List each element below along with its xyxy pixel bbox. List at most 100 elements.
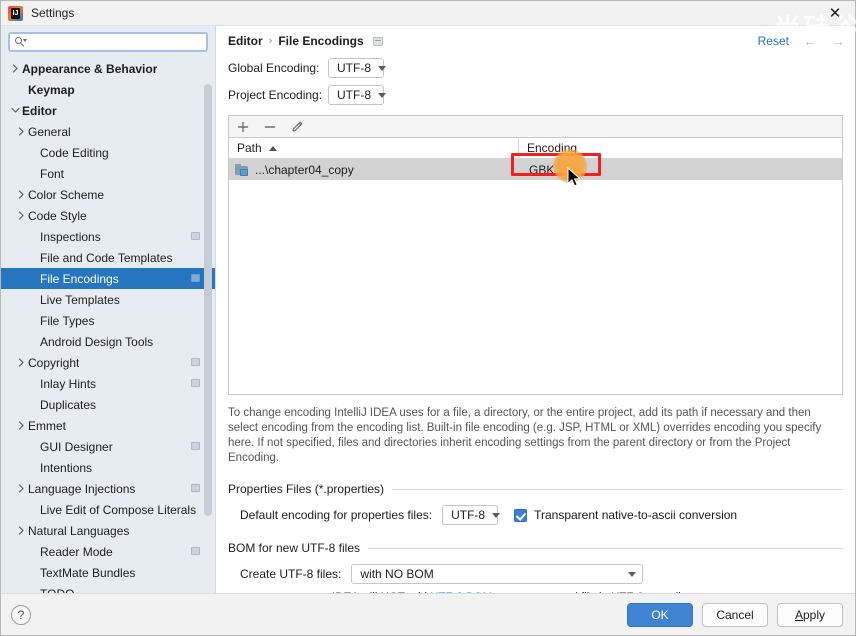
back-arrow-icon[interactable]: ← — [803, 34, 817, 48]
remove-icon[interactable] — [263, 120, 277, 134]
forward-arrow-icon[interactable]: → — [831, 34, 845, 48]
global-encoding-dropdown[interactable]: UTF-8 — [328, 58, 386, 78]
properties-encoding-dropdown[interactable]: UTF-8 — [442, 505, 501, 525]
table-header-row: Path Encoding — [229, 138, 842, 159]
table-row[interactable]: ...\chapter04_copy GBK — [229, 159, 842, 180]
sidebar-item-file-types[interactable]: File Types — [1, 310, 215, 331]
chevron-right-icon[interactable] — [15, 358, 28, 367]
edit-pencil-icon[interactable] — [290, 120, 304, 134]
sidebar-item-natural-languages[interactable]: Natural Languages — [1, 520, 215, 541]
sidebar-item-appearance-behavior[interactable]: Appearance & Behavior — [1, 58, 215, 79]
global-encoding-row: Global Encoding: UTF-8 — [228, 56, 843, 80]
properties-encoding-row: Default encoding for properties files: U… — [228, 505, 843, 525]
help-button[interactable]: ? — [11, 604, 31, 625]
transparent-conversion-checkbox[interactable] — [514, 508, 528, 522]
add-icon[interactable] — [236, 120, 250, 134]
transparent-conversion-checkbox-row[interactable]: Transparent native-to-ascii conversion — [514, 508, 737, 522]
apply-button[interactable]: Apply — [777, 602, 843, 627]
sidebar-item-live-templates[interactable]: Live Templates — [1, 289, 215, 310]
ok-button[interactable]: OK — [627, 602, 693, 627]
settings-scope-badge-icon — [191, 379, 200, 387]
sidebar-item-label: File and Code Templates — [40, 250, 173, 265]
section-divider — [368, 547, 843, 549]
chevron-right-icon[interactable] — [15, 211, 28, 220]
sidebar-item-code-editing[interactable]: Code Editing — [1, 142, 215, 163]
sort-ascending-icon — [268, 145, 277, 151]
settings-tree[interactable]: Appearance & Behavior Keymap Editor General… — [1, 57, 215, 593]
sidebar-item-label: Live Templates — [40, 292, 120, 307]
sidebar-item-label: File Encodings — [40, 271, 119, 286]
reset-link[interactable]: Reset — [758, 34, 789, 48]
sidebar-item-android-design-tools[interactable]: Android Design Tools — [1, 331, 215, 352]
sidebar-item-label: General — [28, 124, 71, 139]
sidebar-item-language-injections[interactable]: Language Injections — [1, 478, 215, 499]
utf8-bom-link[interactable]: UTF-8 BOM — [430, 592, 492, 593]
breadcrumb-scope-badge-icon — [372, 36, 383, 46]
table-cell-path-label: ...\chapter04_copy — [255, 162, 354, 177]
sidebar-item-todo[interactable]: TODO — [1, 583, 215, 594]
sidebar-item-intentions[interactable]: Intentions — [1, 457, 215, 478]
search-input[interactable] — [29, 34, 201, 50]
sidebar-item-code-style[interactable]: Code Style — [1, 205, 215, 226]
table-cell-path[interactable]: ...\chapter04_copy — [229, 163, 519, 177]
sidebar-item-label: TextMate Bundles — [40, 565, 136, 580]
chevron-right-icon[interactable] — [9, 64, 22, 73]
chevron-right-icon[interactable] — [15, 127, 28, 136]
encodings-table: Path Encoding ...\chapter04_copy GBK — [228, 137, 843, 395]
chevron-down-icon[interactable] — [9, 107, 22, 114]
bom-note-suffix: to every created file in UTF-8 encoding — [492, 592, 693, 593]
sidebar-item-reader-mode[interactable]: Reader Mode — [1, 541, 215, 562]
sidebar-item-label: Intentions — [40, 460, 93, 475]
sidebar-item-copyright[interactable]: Copyright — [1, 352, 215, 373]
sidebar-item-label: Reader Mode — [40, 544, 113, 559]
sidebar-item-color-scheme[interactable]: Color Scheme — [1, 184, 215, 205]
breadcrumb-separator: › — [268, 35, 273, 47]
bom-create-dropdown[interactable]: with NO BOM — [351, 564, 644, 584]
cancel-button[interactable]: Cancel — [702, 602, 768, 627]
sidebar-item-gui-designer[interactable]: GUI Designer — [1, 436, 215, 457]
apply-button-label: pply — [803, 607, 826, 622]
section-divider — [392, 488, 843, 490]
apply-button-mnemonic: A — [794, 607, 803, 622]
column-header-encoding[interactable]: Encoding — [519, 138, 842, 158]
chevron-right-icon[interactable] — [15, 484, 28, 493]
close-icon[interactable]: ✕ — [825, 3, 845, 23]
settings-main-panel: Editor › File Encodings Reset ← → Global… — [216, 26, 855, 593]
column-header-path-label: Path — [237, 141, 262, 155]
bom-title: BOM for new UTF-8 files — [228, 541, 361, 555]
chevron-right-icon[interactable] — [15, 526, 28, 535]
search-box[interactable] — [8, 32, 208, 52]
dialog-body: Appearance & Behavior Keymap Editor General… — [1, 26, 855, 593]
sidebar-scrollbar-thumb[interactable] — [204, 84, 212, 516]
breadcrumb-actions: Reset ← → — [758, 34, 845, 48]
sidebar-item-file-and-code-templates[interactable]: File and Code Templates — [1, 247, 215, 268]
sidebar-item-general[interactable]: General — [1, 121, 215, 142]
project-encoding-label: Project Encoding: — [228, 88, 323, 102]
column-header-path[interactable]: Path — [229, 138, 519, 158]
sidebar-item-duplicates[interactable]: Duplicates — [1, 394, 215, 415]
sidebar-item-label: Inlay Hints — [40, 376, 97, 391]
properties-encoding-value: UTF-8 — [451, 508, 486, 522]
sidebar-item-keymap[interactable]: Keymap — [1, 79, 215, 100]
chevron-right-icon[interactable] — [15, 190, 28, 199]
sidebar-item-editor[interactable]: Editor — [1, 100, 215, 121]
project-encoding-dropdown[interactable]: UTF-8 — [328, 85, 386, 105]
sidebar-item-label: Language Injections — [28, 481, 136, 496]
sidebar-item-file-encodings[interactable]: File Encodings — [1, 268, 215, 289]
settings-scope-badge-icon — [191, 547, 200, 555]
title-bar: Settings ✕ — [1, 1, 855, 26]
settings-content: Global Encoding: UTF-8 Project Encoding:… — [216, 56, 855, 593]
sidebar-item-font[interactable]: Font — [1, 163, 215, 184]
sidebar-item-inspections[interactable]: Inspections — [1, 226, 215, 247]
breadcrumb-parent[interactable]: Editor — [228, 34, 263, 48]
settings-sidebar: Appearance & Behavior Keymap Editor General… — [1, 26, 216, 593]
sidebar-item-emmet[interactable]: Emmet — [1, 415, 215, 436]
sidebar-item-textmate-bundles[interactable]: TextMate Bundles — [1, 562, 215, 583]
table-cell-encoding[interactable]: GBK — [519, 163, 842, 177]
settings-scope-badge-icon — [191, 358, 200, 366]
chevron-right-icon[interactable] — [15, 421, 28, 430]
sidebar-item-live-edit-of-compose-literals[interactable]: Live Edit of Compose Literals — [1, 499, 215, 520]
sidebar-item-inlay-hints[interactable]: Inlay Hints — [1, 373, 215, 394]
table-body: ...\chapter04_copy GBK — [229, 159, 842, 394]
sidebar-item-label: Natural Languages — [28, 523, 130, 538]
